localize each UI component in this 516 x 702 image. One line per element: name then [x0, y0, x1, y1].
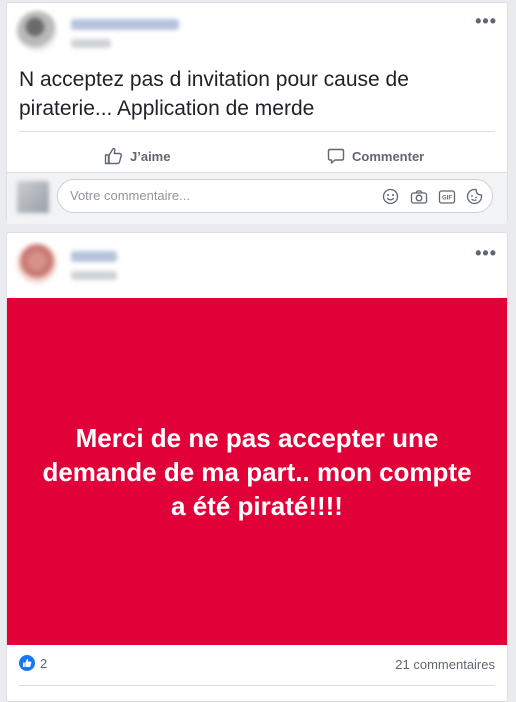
- post-card: ••• N acceptez pas d invitation pour cau…: [6, 2, 508, 224]
- like-reaction-icon: [19, 655, 35, 671]
- emoji-icon[interactable]: [381, 187, 400, 206]
- banner-text: Merci de ne pas accepter une demande de …: [42, 422, 472, 521]
- thumbs-up-icon: [104, 147, 122, 165]
- comments-count-link[interactable]: 21 commentaires: [395, 657, 495, 672]
- author-name[interactable]: [71, 251, 117, 262]
- comment-button[interactable]: Commenter: [327, 143, 424, 169]
- like-button[interactable]: J’aime: [104, 143, 170, 169]
- author-avatar[interactable]: [17, 11, 57, 51]
- reaction-summary[interactable]: 2: [19, 655, 47, 671]
- divider: [19, 685, 495, 686]
- post-text: N acceptez pas d invitation pour cause d…: [19, 68, 409, 120]
- reaction-count: 2: [40, 655, 48, 671]
- post-card: ••• Merci de ne pas accepter une demande…: [6, 232, 508, 702]
- colored-status-banner: Merci de ne pas accepter une demande de …: [7, 298, 507, 645]
- author-name[interactable]: [71, 19, 179, 30]
- current-user-avatar: [17, 181, 49, 213]
- comment-bubble-icon: [327, 148, 345, 164]
- more-options-icon[interactable]: •••: [475, 12, 497, 30]
- post-timestamp[interactable]: [71, 39, 111, 48]
- divider: [19, 131, 495, 132]
- comment-input[interactable]: Votre commentaire... GIF: [57, 179, 493, 213]
- like-label: J’aime: [130, 148, 171, 164]
- author-avatar[interactable]: [17, 243, 57, 283]
- comment-composer: Votre commentaire... GIF: [7, 172, 507, 224]
- more-options-icon[interactable]: •••: [475, 244, 497, 262]
- comment-placeholder: Votre commentaire...: [70, 188, 190, 203]
- post-timestamp[interactable]: [71, 271, 117, 280]
- gif-icon[interactable]: GIF: [437, 187, 456, 206]
- svg-text:GIF: GIF: [442, 195, 452, 201]
- comment-label: Commenter: [352, 148, 425, 164]
- sticker-icon[interactable]: [465, 187, 484, 206]
- camera-icon[interactable]: [409, 187, 428, 206]
